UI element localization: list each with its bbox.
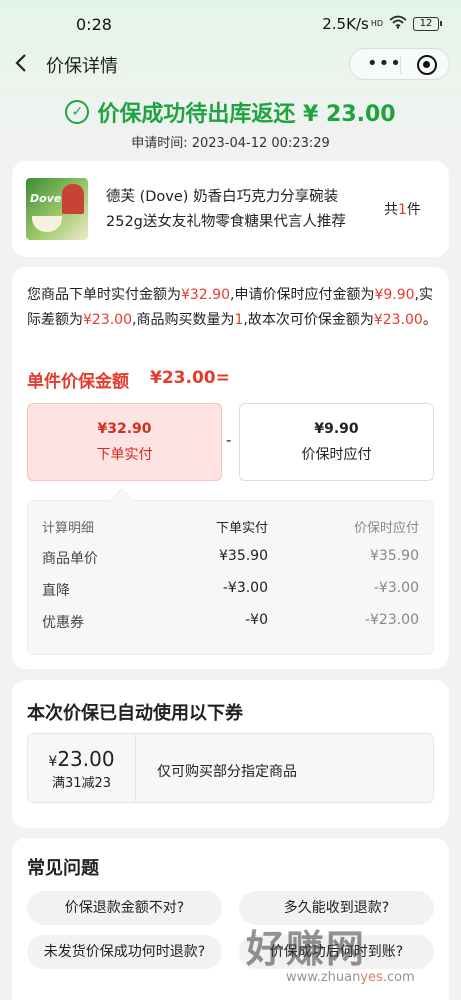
- close-target-icon[interactable]: [417, 55, 437, 75]
- count-prefix: 共: [384, 202, 398, 218]
- explain-text-4: ,商品购买数量为: [132, 312, 235, 328]
- table-cell: -¥23.00: [364, 612, 419, 628]
- coupon-amount: ¥23.00: [28, 747, 135, 771]
- result-text: 价保成功待出库返还 ¥ 23.00: [97, 102, 396, 127]
- table-row: 直降 -¥3.00 -¥3.00: [28, 580, 433, 604]
- coupon-value: ¥23.00 满31减23: [28, 734, 135, 802]
- table-cell: -¥3.00: [222, 580, 268, 596]
- status-bar: 0:28 2.5K/s HD 12: [0, 0, 461, 48]
- result-header: ✓ 价保成功待出库返还 ¥ 23.00: [0, 96, 461, 128]
- table-cell: -¥3.00: [373, 580, 419, 596]
- mini-program-capsule: •••: [349, 48, 450, 80]
- chevron-left-icon: [15, 54, 26, 72]
- battery-icon: 12: [413, 17, 442, 31]
- product-image-bowl: [32, 216, 62, 232]
- status-indicators: 2.5K/s HD 12: [322, 15, 442, 33]
- back-button[interactable]: [14, 52, 34, 76]
- calc-detail-table: 计算明细 下单实付 价保时应付 商品单价 ¥35.90 ¥35.90 直降 -¥…: [27, 500, 434, 655]
- explain-text-5: ,故本次可价保金额为: [243, 312, 374, 328]
- faq-item-refund-amount[interactable]: 价保退款金额不对?: [27, 891, 222, 925]
- unit-refund-label: 单件价保金额: [27, 372, 129, 392]
- watermark-url-a: www.zhuan: [286, 970, 361, 985]
- hd-icon: HD: [370, 19, 383, 28]
- network-speed: 2.5K/s: [322, 15, 369, 33]
- coupon-item[interactable]: ¥23.00 满31减23 仅可购买部分指定商品: [27, 733, 434, 803]
- calc-explanation: 您商品下单时实付金额为¥32.90,申请价保时应付金额为¥9.90,实际差额为¥…: [27, 283, 439, 333]
- coupon-condition: 满31减23: [51, 776, 112, 791]
- explain-refund-amount: ¥23.00: [373, 312, 423, 328]
- page-title: 价保详情: [46, 56, 118, 77]
- faq-item-unshipped-refund[interactable]: 未发货价保成功何时退款?: [27, 935, 222, 969]
- table-cell: ¥35.90: [370, 548, 419, 564]
- coupon-divider: [135, 734, 136, 802]
- explain-order-amount: ¥32.90: [181, 287, 230, 303]
- table-cell: ¥35.90: [219, 548, 268, 564]
- current-price-amount: ¥9.90: [314, 421, 359, 437]
- watermark-url: www.zhuanyes.com: [286, 970, 415, 985]
- watermark-logo: 好赚网: [246, 927, 367, 971]
- count-number: 1: [398, 202, 407, 218]
- product-image-person: [62, 184, 84, 214]
- explain-diff-amount: ¥23.00: [83, 312, 132, 328]
- table-header-cell: 计算明细: [42, 521, 95, 536]
- order-paid-box[interactable]: ¥32.90 下单实付: [27, 403, 222, 481]
- more-icon[interactable]: •••: [367, 53, 402, 74]
- order-paid-label: 下单实付: [96, 447, 153, 463]
- coupon-currency: ¥: [48, 754, 58, 770]
- order-paid-amount: ¥32.90: [97, 421, 152, 437]
- nav-bar: 价保详情 •••: [0, 44, 461, 84]
- price-protection-calc-card: 您商品下单时实付金额为¥32.90,申请价保时应付金额为¥9.90,实际差额为¥…: [12, 267, 449, 669]
- result-status: ✓ 价保成功待出库返还 ¥ 23.00: [65, 96, 396, 128]
- watermark-url-c: .com: [382, 970, 415, 985]
- minus-sign: -: [226, 431, 232, 449]
- explain-text-2: ,申请价保时应付金额为: [230, 287, 375, 303]
- current-price-box[interactable]: ¥9.90 价保时应付: [239, 403, 434, 481]
- product-brand-logo: Dove: [30, 192, 62, 205]
- table-header-cell: 价保时应付: [353, 521, 419, 536]
- product-title: 德芙 (Dove) 奶香白巧克力分享碗装252g送女友礼物零食糖果代言人推荐: [106, 189, 346, 230]
- table-cell: 商品单价: [42, 551, 98, 567]
- explain-current-amount: ¥9.90: [374, 287, 415, 303]
- product-card[interactable]: Dove 德芙 (Dove) 奶香白巧克力分享碗装252g送女友礼物零食糖果代言…: [12, 161, 449, 257]
- table-header-cell: 下单实付: [215, 521, 268, 536]
- coupon-amount-value: 23.00: [57, 747, 115, 771]
- unit-refund-amount: ¥23.00=: [150, 368, 230, 388]
- current-price-label: 价保时应付: [301, 447, 372, 463]
- faq-heading: 常见问题: [27, 858, 99, 879]
- wifi-icon: [389, 15, 407, 33]
- coupon-card: 本次价保已自动使用以下券 ¥23.00 满31减23 仅可购买部分指定商品: [12, 680, 449, 828]
- status-time: 0:28: [76, 15, 112, 34]
- explain-text-1: 您商品下单时实付金额为: [27, 287, 181, 303]
- table-header: 计算明细 下单实付 价保时应付: [28, 517, 433, 541]
- coupon-heading: 本次价保已自动使用以下券: [27, 703, 243, 724]
- table-row: 优惠券 -¥0 -¥23.00: [28, 612, 433, 636]
- product-count: 共1件: [384, 199, 421, 219]
- table-cell: 直降: [42, 583, 70, 599]
- watermark-url-b: yes: [360, 970, 383, 985]
- table-cell: 优惠券: [42, 615, 84, 631]
- explain-text-6: 。: [422, 312, 437, 328]
- table-row: 商品单价 ¥35.90 ¥35.90: [28, 548, 433, 572]
- product-image: Dove: [26, 178, 88, 240]
- apply-time: 申请时间: 2023-04-12 00:23:29: [131, 136, 330, 151]
- table-cell: -¥0: [245, 612, 268, 628]
- count-suffix: 件: [406, 202, 421, 218]
- capsule-divider: [400, 56, 401, 74]
- check-circle-icon: ✓: [65, 100, 90, 124]
- coupon-description: 仅可购买部分指定商品: [157, 764, 297, 780]
